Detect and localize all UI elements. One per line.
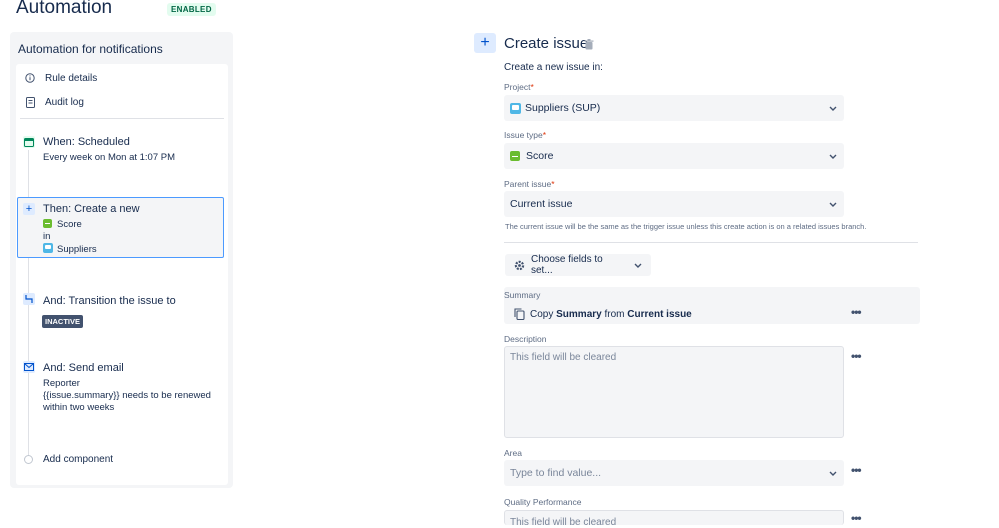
add-component-dot-icon [24,455,33,464]
score-type-icon [510,151,520,161]
create-project-label: Suppliers [57,244,97,255]
issue-type-select[interactable]: Score [504,143,844,169]
email-body-line-1: {{issue.summary}} needs to be renewed [43,390,211,401]
area-more-icon[interactable]: ••• [851,463,862,477]
parent-issue-help: The current issue will be the same as th… [505,222,867,231]
transition-icon [23,293,35,305]
document-icon [24,96,36,108]
project-label: Project* [504,82,534,92]
parent-issue-value: Current issue [510,198,573,210]
trigger-title: When: Scheduled [43,136,130,148]
transition-status: INACTIVE [42,315,84,328]
required-marker: * [530,82,534,92]
email-icon [23,361,35,373]
create-project: Suppliers [43,243,97,257]
description-label: Description [504,334,547,344]
create-in-label: in [43,231,51,242]
email-body-line-2: within two weeks [43,402,115,413]
project-label-text: Project [504,82,531,92]
quality-performance-label: Quality Performance [504,497,582,507]
editor-subtitle: Create a new issue in: [504,62,603,73]
summary-label: Summary [504,290,541,300]
choose-fields-button[interactable]: Choose fields to set... [505,254,651,276]
transition-status-lozenge: INACTIVE [42,311,84,329]
email-recipient: Reporter [43,378,80,389]
plus-icon: + [23,203,35,215]
chevron-down-icon [633,260,643,270]
summary-more-icon[interactable]: ••• [851,305,862,319]
divider [504,242,918,243]
area-select[interactable]: Type to find value... [504,460,844,486]
chevron-down-icon [828,103,838,113]
create-issue-type: Score [43,219,82,232]
project-value: Suppliers (SUP) [525,102,601,114]
project-icon [43,243,53,253]
parent-issue-label: Parent issue* [504,179,555,189]
quality-performance-field[interactable]: This field will be cleared [504,510,844,528]
create-title: Then: Create a new [43,203,140,215]
audit-log-label: Audit log [45,96,84,108]
parent-issue-select[interactable]: Current issue [504,191,844,217]
issue-type-label: Issue type* [504,130,546,140]
gear-icon [513,259,526,272]
project-icon [510,102,521,114]
required-marker: * [542,130,547,140]
page-title: Automation [16,0,113,18]
editor-title: Create issue [504,35,589,52]
choose-fields-label: Choose fields to set... [531,254,603,276]
status-badge: ENABLED [167,3,216,16]
score-type-icon [43,219,52,228]
chevron-down-icon [828,199,838,209]
description-more-icon[interactable]: ••• [851,349,862,363]
copy-icon [514,308,525,320]
rule-details-label: Rule details [45,72,98,84]
audit-log-link[interactable]: Audit log [24,96,84,108]
summary-copy-text: Copy [530,308,554,320]
area-placeholder: Type to find value... [510,467,602,479]
chevron-down-icon [828,468,838,478]
email-title: And: Send email [43,362,124,374]
trash-icon[interactable] [584,37,594,50]
issue-type-value: Score [526,150,554,162]
summary-copy-source: Current issue [627,308,692,320]
rule-name: Automation for notifications [18,42,163,56]
area-label: Area [504,448,522,458]
rule-sidebar-content [16,64,228,485]
transition-title: And: Transition the issue to [43,295,176,307]
summary-copy-field: Summary [556,308,602,320]
parent-issue-label-text: Parent issue [504,179,552,189]
calendar-icon [23,136,35,148]
chevron-down-icon [828,151,838,161]
create-issue-type-label: Score [57,219,82,230]
add-component-button[interactable]: Add component [43,454,113,467]
info-icon [24,72,36,84]
quality-performance-more-icon[interactable]: ••• [851,511,862,525]
add-action-button[interactable]: + [474,33,496,53]
divider [20,118,224,119]
trigger-detail: Every week on Mon at 1:07 PM [43,152,176,163]
summary-copy-from: from [604,308,625,320]
required-marker: * [551,179,555,189]
issue-type-label-text: Issue type [504,130,543,140]
project-select[interactable]: Suppliers (SUP) [504,95,844,121]
rule-details-link[interactable]: Rule details [24,72,97,84]
description-field[interactable]: This field will be cleared [504,346,844,438]
